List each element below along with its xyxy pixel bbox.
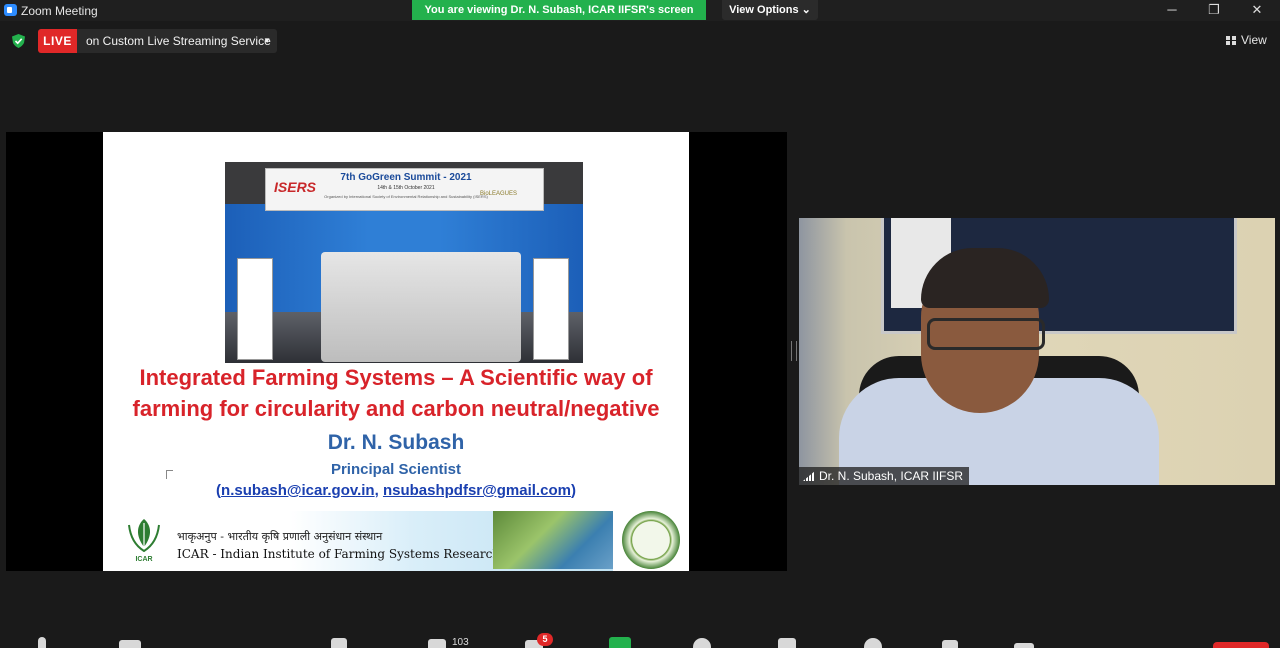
breakout-rooms-icon[interactable]: [778, 638, 796, 648]
panel-splitter-handle[interactable]: [791, 341, 797, 361]
sponsor-standee-left: [237, 258, 273, 360]
email-link-1: n.subash@icar.gov.in: [221, 482, 375, 499]
participant-name-tag: Dr. N. Subash, ICAR IIFSR: [799, 467, 970, 485]
participants-icon[interactable]: [428, 639, 446, 648]
email-separator: ,: [374, 482, 383, 499]
bioleagues-logo: BioLEAGUES: [480, 191, 518, 197]
virtual-stage-image: ISERS 7th GoGreen Summit - 2021 14th & 1…: [225, 162, 583, 363]
mouse-cursor-icon: [166, 470, 173, 479]
viewing-screen-banner: You are viewing Dr. N. Subash, ICAR IIFS…: [412, 0, 706, 20]
summit-organizer: Organized by International Society of En…: [324, 194, 488, 199]
more-options-icon[interactable]: [1014, 643, 1034, 648]
stage-screen: [321, 252, 521, 362]
headline-line-1: Integrated Farming Systems – A Scientifi…: [139, 365, 653, 390]
farming-photo-collage: [493, 511, 613, 569]
summit-title: 7th GoGreen Summit - 2021: [340, 172, 472, 183]
participant-video[interactable]: [799, 218, 1275, 485]
apps-icon[interactable]: [942, 640, 958, 648]
icar-logo-text: ICAR: [135, 556, 152, 563]
video-camera-icon[interactable]: [119, 640, 141, 648]
chat-unread-badge: 5: [537, 633, 553, 646]
zoom-app-icon: [4, 4, 17, 16]
institute-name-hindi: भाकृअनुप - भारतीय कृषि प्रणाली अनुसंधान …: [177, 530, 383, 543]
caret-down-icon: ▼: [263, 36, 271, 45]
close-button[interactable]: ✕: [1236, 0, 1278, 20]
participant-name: Dr. N. Subash, ICAR IIFSR: [819, 469, 964, 483]
presenter-role: Principal Scientist: [330, 461, 462, 478]
presenter-emails: (n.subash@icar.gov.in, nsubashpdfsr@gmai…: [103, 482, 689, 499]
share-screen-icon[interactable]: [609, 637, 631, 648]
summit-banner: ISERS 7th GoGreen Summit - 2021 14th & 1…: [265, 168, 544, 211]
microphone-icon[interactable]: [38, 637, 46, 648]
grid-view-icon: [1226, 36, 1236, 45]
signal-strength-icon: [803, 471, 815, 481]
chevron-down-icon: ⌄: [801, 4, 811, 16]
isers-logo: ISERS: [274, 179, 317, 195]
live-service-label: on Custom Live Streaming Service: [86, 34, 271, 48]
institute-footer: ICAR भाकृअनुप - भारतीय कृषि प्रणाली अनुस…: [115, 511, 613, 571]
meeting-toolbar: [0, 628, 1280, 648]
restore-button[interactable]: ❐: [1193, 0, 1235, 20]
minimize-button[interactable]: ─: [1151, 0, 1193, 20]
participants-count: 103: [452, 637, 469, 648]
end-meeting-button[interactable]: [1213, 642, 1269, 648]
video-person-glasses: [927, 318, 1045, 350]
live-badge[interactable]: LIVE: [38, 29, 77, 53]
view-label: View: [1241, 33, 1267, 47]
security-shield-icon[interactable]: [331, 638, 347, 648]
institute-name-english: ICAR - Indian Institute of Farming Syste…: [177, 547, 501, 561]
presenter-name: Dr. N. Subash: [327, 431, 465, 454]
email-paren-close: ): [570, 482, 576, 499]
email-link-2: nsubashpdfsr@gmail.com: [382, 482, 571, 499]
live-service-dropdown[interactable]: on Custom Live Streaming Service ▼: [77, 29, 277, 53]
headline-line-2: farming for circularity and carbon neutr…: [132, 396, 660, 421]
view-options-button[interactable]: View Options ⌄: [722, 0, 818, 20]
view-layout-button[interactable]: View: [1226, 33, 1267, 47]
presentation-slide: ISERS 7th GoGreen Summit - 2021 14th & 1…: [103, 132, 689, 571]
iifsr-seal-logo: [622, 511, 680, 569]
window-title: Zoom Meeting: [21, 4, 98, 18]
shield-check-icon[interactable]: [12, 34, 25, 48]
icar-logo: ICAR: [128, 519, 160, 563]
summit-date: 14th & 15th October 2021: [377, 185, 435, 191]
slide-headline: Integrated Farming Systems – A Scientifi…: [103, 362, 689, 424]
sponsor-standee-right: [533, 258, 569, 360]
view-options-label: View Options: [729, 4, 799, 16]
